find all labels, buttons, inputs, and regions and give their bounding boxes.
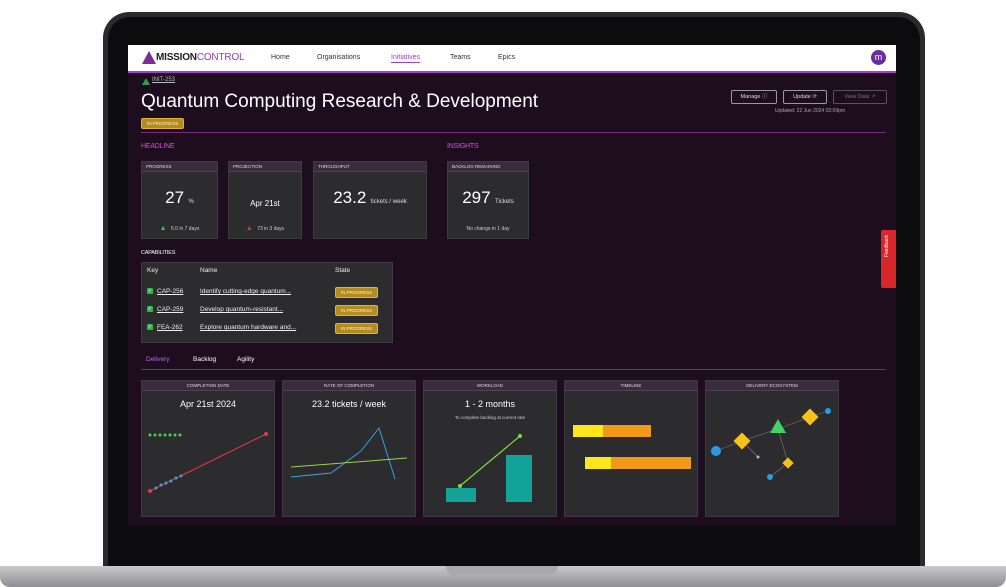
status-badge: IN PROGRESS [335, 323, 379, 334]
projection-delta: 73 in 3 days [257, 226, 285, 232]
capability-key[interactable]: CAP-256 [157, 288, 183, 295]
card-title: BACKLOG REMAINING [448, 162, 528, 172]
progress-delta: 5.0 in 7 days [171, 226, 200, 232]
nav-organisations[interactable]: Organisations [317, 54, 360, 61]
insights-label: INSIGHTS [447, 143, 479, 150]
top-nav: MISSIONCONTROL Home Organisations Initia… [128, 45, 896, 71]
manage-button[interactable]: Manage ⓘ [731, 90, 777, 104]
table-row: ✓ CAP-256 Identify cutting-edge quantum.… [142, 285, 392, 299]
weekly-rate-line [290, 426, 396, 480]
card-title: PROGRESS [142, 162, 217, 172]
target-markers [148, 433, 182, 437]
logo[interactable]: MISSIONCONTROL [156, 52, 245, 63]
workload-chart [446, 434, 532, 502]
laptop-notch [446, 566, 558, 575]
capabilities-table: Key Name State ✓ CAP-256 Identify cuttin… [141, 262, 393, 343]
current-workload-bar [446, 488, 476, 502]
table-row: ✓ FEA-262 Explore quantum hardware and..… [142, 321, 392, 335]
capability-name[interactable]: Develop quantum-resistant... [200, 306, 283, 313]
capabilities-label: CAPABILITIES [141, 250, 176, 256]
progress-card: PROGRESS 27 % ▲ 5.0 in 7 days [141, 161, 218, 239]
initiative-node [770, 419, 786, 433]
completion-chart [148, 432, 268, 493]
breadcrumb[interactable]: INIT-253 [152, 77, 175, 83]
card-title: PROJECTION [229, 162, 301, 172]
capability-key[interactable]: CAP-259 [157, 306, 183, 313]
tab-delivery[interactable]: Delivery [146, 356, 169, 363]
team-node [767, 474, 773, 480]
initiative-icon [142, 78, 150, 85]
column-header: Name [200, 267, 218, 274]
tabs-divider [141, 369, 886, 370]
capability-icon: ✓ [147, 306, 153, 312]
tab-agility[interactable]: Agility [237, 356, 254, 363]
rate-of-completion-panel: RATE OF COMPLETION 23.2 tickets / week [282, 380, 416, 517]
view-data-button[interactable]: View Data ↗ [833, 90, 887, 104]
team-node [825, 408, 831, 414]
rate-chart [290, 426, 408, 480]
app-screen: MISSIONCONTROL Home Organisations Initia… [128, 45, 896, 526]
headline-label: HEADLINE [141, 143, 175, 150]
logo-icon [142, 51, 156, 64]
table-row: ✓ CAP-259 Develop quantum-resistant... I… [142, 303, 392, 317]
update-button[interactable]: Update ⟳ [783, 90, 827, 104]
completion-date-panel: COMPLETION DATE Apr 21st 2024 [141, 380, 275, 517]
feature-icon: ✓ [147, 324, 153, 330]
throughput-card: THROUGHPUT 23.2 tickets / week [313, 161, 427, 239]
trend-up-icon: ▲ [159, 225, 167, 232]
team-node [711, 446, 721, 456]
projected-workload-bar [506, 455, 532, 502]
tab-backlog[interactable]: Backlog [193, 356, 216, 363]
workload-panel: WORKLOAD 1 - 2 months To complete backlo… [423, 380, 557, 517]
nav-teams[interactable]: Teams [450, 54, 471, 61]
timeline-bar-progress [573, 425, 603, 437]
timeline-chart [573, 425, 691, 469]
nav-home[interactable]: Home [271, 54, 290, 61]
card-title: THROUGHPUT [314, 162, 426, 172]
progress-unit: % [188, 199, 194, 205]
nav-divider [128, 71, 896, 73]
status-badge: IN PROGRESS [335, 305, 379, 316]
nav-epics[interactable]: Epics [498, 54, 515, 61]
backlog-value: 297 [462, 188, 491, 207]
throughput-unit: tickets / week [370, 199, 407, 205]
backlog-card: BACKLOG REMAINING 297 Tickets No change … [447, 161, 529, 239]
capability-icon: ✓ [147, 288, 153, 294]
timeline-panel: TIMELINE [564, 380, 698, 517]
feedback-label[interactable]: Feedback [884, 235, 890, 257]
header-divider [141, 132, 886, 133]
ecosystem-graph [711, 408, 831, 480]
projection-value: Apr 21st [250, 199, 280, 208]
backlog-unit: Tickets [495, 199, 514, 205]
backlog-note: No change in 1 day [466, 226, 510, 232]
updated-timestamp: Updated: 22 Jun 2024 02:09pm [775, 108, 846, 114]
progress-value: 27 [165, 188, 185, 207]
epic-node [782, 457, 794, 469]
projection-line [149, 433, 267, 492]
capability-name[interactable]: Identify cutting-edge quantum... [200, 288, 291, 295]
capability-key[interactable]: FEA-262 [157, 324, 183, 331]
delivery-ecosystem-panel: DELIVERY ECOSYSTEM [705, 380, 839, 517]
status-badge: IN PROGRESS [335, 287, 379, 298]
column-header: State [335, 267, 351, 274]
status-badge: IN PROGRESS [141, 118, 185, 129]
page-title: Quantum Computing Research & Development [141, 91, 539, 112]
trend-up-icon: ▲ [245, 225, 253, 232]
epic-node [801, 408, 819, 426]
nav-initiatives[interactable]: Initiatives [391, 54, 421, 63]
avatar[interactable]: m [871, 50, 886, 65]
timeline-bar-progress [585, 457, 611, 469]
capability-name[interactable]: Explore quantum hardware and... [200, 324, 296, 331]
throughput-value: 23.2 [333, 188, 367, 207]
column-header: Key [147, 267, 159, 274]
projection-card: PROJECTION Apr 21st ▲ 73 in 3 days [228, 161, 302, 239]
